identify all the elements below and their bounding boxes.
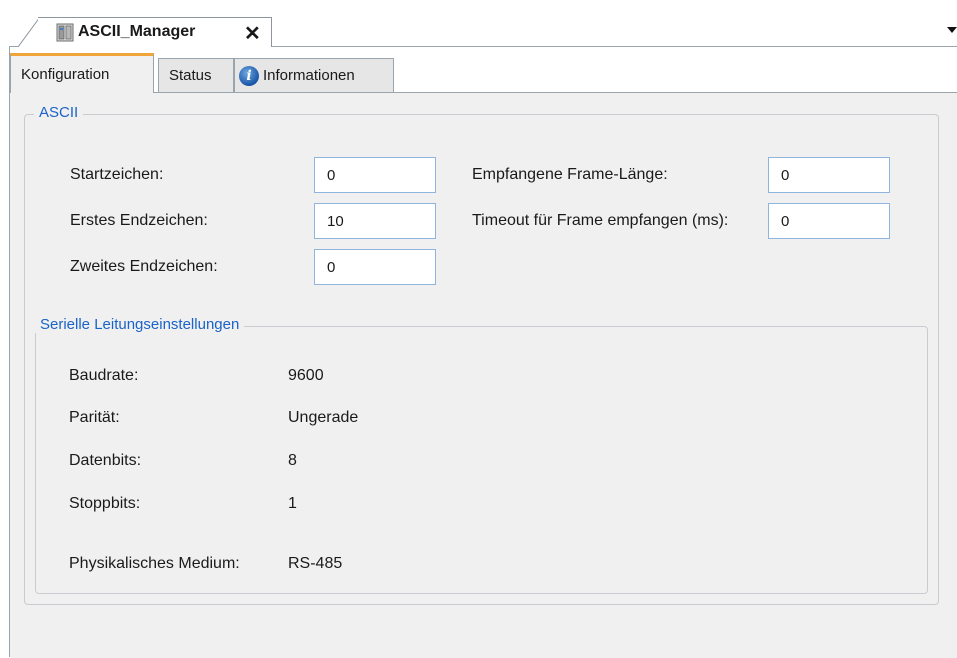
baudrate-label: Baudrate:: [69, 367, 139, 384]
serial-settings-title: Serielle Leitungseinstellungen: [35, 316, 245, 333]
tab-label: Status: [169, 67, 212, 84]
tab-konfiguration[interactable]: Konfiguration: [10, 53, 154, 93]
startzeichen-label: Startzeichen:: [70, 166, 164, 183]
document-tab-title: ASCII_Manager: [78, 23, 196, 40]
stoppbits-label: Stoppbits:: [69, 495, 141, 512]
device-manager-icon: [56, 23, 74, 42]
zweites-endzeichen-input[interactable]: [314, 249, 436, 285]
startzeichen-input[interactable]: [314, 157, 436, 193]
zweites-endzeichen-label: Zweites Endzeichen:: [70, 258, 218, 275]
info-icon: i: [239, 65, 259, 86]
frame-left-border: [0, 46, 10, 657]
medium-value: RS-485: [288, 555, 343, 572]
frame-laenge-input[interactable]: [768, 157, 890, 193]
ascii-group-title: ASCII: [34, 104, 84, 121]
frame-laenge-label: Empfangene Frame-Länge:: [472, 166, 668, 183]
datenbits-label: Datenbits:: [69, 452, 142, 469]
configuration-panel: ASCII Startzeichen: Erstes Endzeichen: Z…: [10, 92, 957, 658]
close-icon[interactable]: ✕: [244, 21, 261, 46]
datenbits-value: 8: [288, 452, 297, 469]
erstes-endzeichen-label: Erstes Endzeichen:: [70, 212, 208, 229]
serial-settings-group: [35, 326, 928, 594]
timeout-input[interactable]: [768, 203, 890, 239]
tab-label: Informationen: [263, 67, 355, 84]
paritaet-label: Parität:: [69, 409, 120, 426]
baudrate-value: 9600: [288, 367, 324, 384]
erstes-endzeichen-input[interactable]: [314, 203, 436, 239]
timeout-label: Timeout für Frame empfangen (ms):: [472, 212, 729, 229]
stoppbits-value: 1: [288, 495, 297, 512]
chevron-down-icon[interactable]: [947, 27, 957, 33]
tab-informationen[interactable]: i Informationen: [234, 58, 394, 92]
tab-status[interactable]: Status: [158, 58, 234, 92]
tab-label: Konfiguration: [21, 66, 110, 83]
paritaet-value: Ungerade: [288, 409, 359, 426]
medium-label: Physikalisches Medium:: [69, 555, 240, 572]
